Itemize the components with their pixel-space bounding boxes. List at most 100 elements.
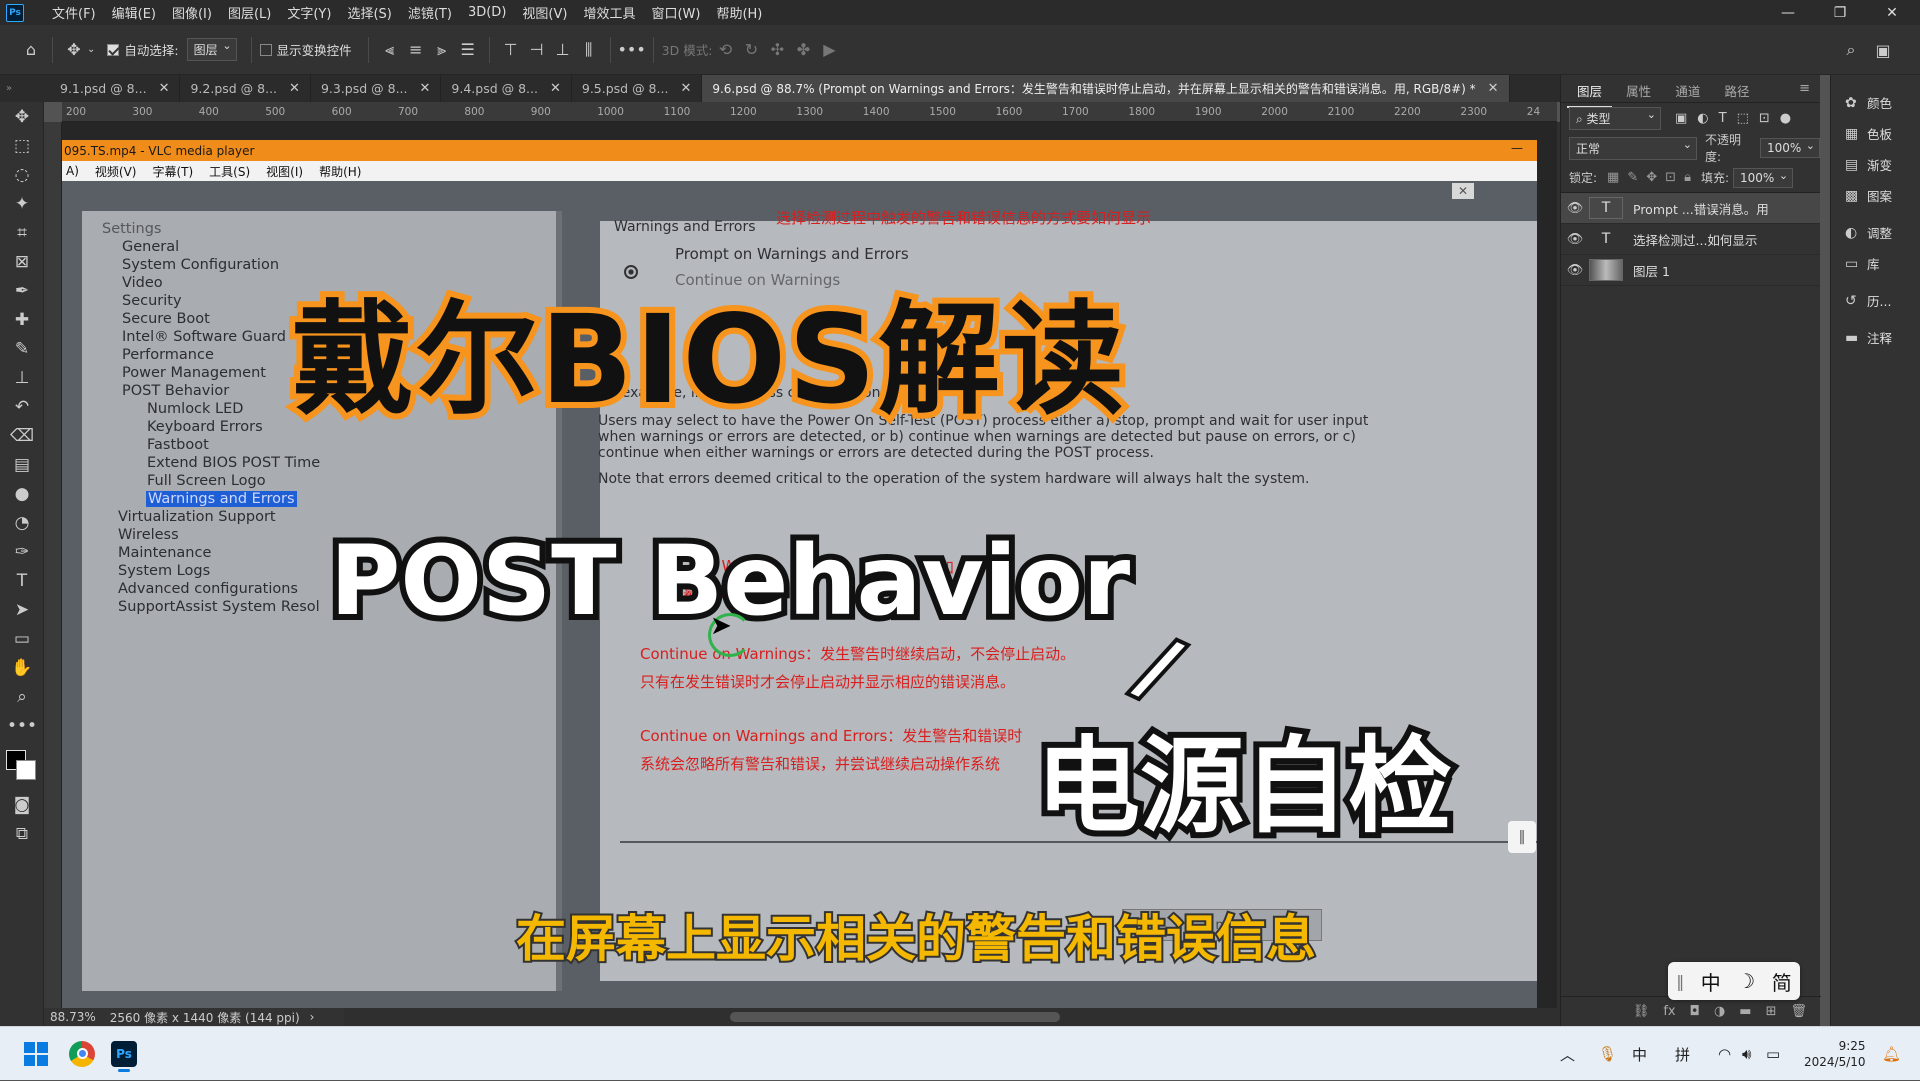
notification-bell-icon[interactable]: 🔔︎ xyxy=(1882,1027,1901,1081)
layer-name[interactable]: Prompt ...错误消息。用 xyxy=(1633,199,1769,218)
more-options-icon[interactable]: ••• xyxy=(617,37,645,63)
history-brush-icon[interactable]: ↶ xyxy=(0,392,44,421)
layer-name[interactable]: 选择检测过...如何显示 xyxy=(1633,230,1757,249)
windows-start-icon[interactable] xyxy=(16,1034,56,1074)
tab-doc-4[interactable]: 9.4.psd @ 8... ✕ xyxy=(441,75,572,102)
panel-color[interactable]: ✿ 颜色 xyxy=(1831,87,1920,118)
battery-icon[interactable]: ▭ xyxy=(1766,1027,1780,1081)
photoshop-taskbar-icon[interactable]: Ps xyxy=(104,1034,144,1074)
filter-shape-icon[interactable]: ⬚ xyxy=(1737,111,1749,126)
menu-window[interactable]: 窗口(W) xyxy=(643,3,708,22)
mask-icon[interactable]: ◘ xyxy=(1690,1004,1700,1019)
tray-lang[interactable]: 中 xyxy=(1632,1027,1647,1081)
menu-view[interactable]: 视图(V) xyxy=(514,3,575,22)
crop-tool-icon[interactable]: ⌗ xyxy=(0,218,44,247)
home-icon[interactable]: ⌂ xyxy=(18,37,44,63)
close-tab-icon[interactable]: ✕ xyxy=(550,81,561,96)
zoom-tool-icon[interactable]: ⌕ xyxy=(0,682,44,711)
drag-handle-icon[interactable]: ‖ xyxy=(1676,972,1684,991)
ime-mode[interactable]: 中 xyxy=(1701,967,1721,996)
menu-edit[interactable]: 编辑(E) xyxy=(104,3,164,22)
magic-wand-icon[interactable]: ✦ xyxy=(0,189,44,218)
screen-mode-icon[interactable]: ⧉ xyxy=(0,819,44,848)
ime-script[interactable]: 简 xyxy=(1772,967,1792,996)
blend-mode-dropdown[interactable]: 正常 xyxy=(1569,136,1697,160)
search-icon[interactable]: ⌕ xyxy=(1838,37,1864,63)
eye-icon[interactable]: 👁︎ xyxy=(1561,232,1589,247)
tab-doc-1[interactable]: 9.1.psd @ 8... ✕ xyxy=(50,75,181,102)
lock-transparent-icon[interactable]: ▦ xyxy=(1607,170,1619,185)
show-transform-checkbox[interactable] xyxy=(259,43,272,56)
opacity-input[interactable]: 100% xyxy=(1760,138,1820,158)
stamp-tool-icon[interactable]: ⊥ xyxy=(0,363,44,392)
eye-icon[interactable]: 👁︎ xyxy=(1561,201,1589,216)
gradient-tool-icon[interactable]: ▤ xyxy=(0,450,44,479)
tab-layers[interactable]: 图层 xyxy=(1567,75,1613,108)
tab-properties[interactable]: 属性 xyxy=(1616,75,1661,106)
align-right-icon[interactable]: ⫸ xyxy=(429,37,455,63)
panel-library[interactable]: ▭ 库 xyxy=(1831,248,1920,279)
layer-select-dropdown[interactable]: 图层 xyxy=(186,38,237,61)
layer-name[interactable]: 图层 1 xyxy=(1633,261,1670,280)
align-left-icon[interactable]: ⫷ xyxy=(377,37,403,63)
shape-tool-icon[interactable]: ▭ xyxy=(0,624,44,653)
blur-tool-icon[interactable]: ● xyxy=(0,479,44,508)
panel-swatches[interactable]: ▦ 色板 xyxy=(1831,118,1920,149)
layer-row[interactable]: 👁︎ 图层 1 xyxy=(1561,255,1820,286)
filter-pixel-icon[interactable]: ▣ xyxy=(1675,111,1687,126)
filter-smart-icon[interactable]: ⊡ xyxy=(1759,111,1770,126)
hand-tool-icon[interactable]: ✋ xyxy=(0,653,44,682)
menu-3d[interactable]: 3D(D) xyxy=(460,5,514,20)
layer-row[interactable]: 👁︎ T 选择检测过...如何显示 xyxy=(1561,224,1820,255)
eyedropper-icon[interactable]: ✒ xyxy=(0,276,44,305)
eraser-tool-icon[interactable]: ⌫ xyxy=(0,421,44,450)
lock-move-icon[interactable]: ✥ xyxy=(1646,170,1657,185)
wifi-icon[interactable]: ◠ xyxy=(1718,1027,1731,1081)
panel-menu-icon[interactable]: ≡ xyxy=(1799,81,1810,96)
chrome-icon[interactable] xyxy=(62,1034,102,1074)
microphone-icon[interactable]: 🎙︎ xyxy=(1598,1027,1617,1081)
filter-adjust-icon[interactable]: ◐ xyxy=(1697,111,1708,126)
tab-doc-5[interactable]: 9.5.psd @ 8... ✕ xyxy=(571,75,703,102)
tray-pinyin[interactable]: 拼 xyxy=(1675,1027,1690,1081)
tab-doc-3[interactable]: 9.3.psd @ 8... ✕ xyxy=(310,75,442,102)
trash-icon[interactable]: 🗑︎ xyxy=(1790,1004,1807,1019)
move-tool-icon[interactable]: ✥ xyxy=(0,102,44,131)
lock-all-icon[interactable]: 🔒︎ xyxy=(1684,170,1691,185)
close-tab-icon[interactable]: ✕ xyxy=(289,81,300,96)
3d-orbit-icon[interactable]: ⟲ xyxy=(712,37,738,63)
menu-type[interactable]: 文字(Y) xyxy=(279,3,339,22)
restore-icon[interactable]: ❐ xyxy=(1816,0,1864,25)
panel-pattern[interactable]: ▩ 图案 xyxy=(1831,180,1920,211)
close-tab-icon[interactable]: ✕ xyxy=(159,81,170,96)
clock[interactable]: 9:25 2024/5/10 xyxy=(1804,1027,1866,1081)
close-window-icon[interactable]: ✕ xyxy=(1868,0,1916,25)
close-tab-icon[interactable]: ✕ xyxy=(420,81,431,96)
panel-adjustments[interactable]: ◐ 调整 xyxy=(1831,217,1920,248)
filter-toggle-icon[interactable]: ● xyxy=(1780,111,1791,126)
auto-select-checkbox[interactable] xyxy=(107,43,120,56)
background-color[interactable] xyxy=(16,760,36,780)
menu-filter[interactable]: 滤镜(T) xyxy=(400,3,460,22)
ime-punct-icon[interactable]: ☽ xyxy=(1737,969,1755,993)
chevron-right-icon[interactable]: › xyxy=(310,1010,315,1024)
color-swatches[interactable] xyxy=(0,740,43,790)
collapse-icon[interactable]: » xyxy=(0,75,50,102)
lasso-tool-icon[interactable]: ◌ xyxy=(0,160,44,189)
zoom-level[interactable]: 88.73% xyxy=(50,1010,96,1024)
tray-chevron-icon[interactable]: ︿ xyxy=(1560,1027,1575,1081)
panel-history[interactable]: ↺ 历... xyxy=(1831,285,1920,316)
3d-roll-icon[interactable]: ↻ xyxy=(738,37,764,63)
eye-icon[interactable]: 👁︎ xyxy=(1561,263,1589,278)
close-tab-icon[interactable]: ✕ xyxy=(680,81,691,96)
ime-toolbar[interactable]: ‖ 中 ☽ 简 xyxy=(1668,962,1800,1000)
pen-tool-icon[interactable]: ✑ xyxy=(0,537,44,566)
type-tool-icon[interactable]: T xyxy=(0,566,44,595)
folder-icon[interactable]: ▬ xyxy=(1739,1004,1751,1019)
align-middle-icon[interactable]: ⊣ xyxy=(524,37,550,63)
panel-comments[interactable]: ▬ 注释 xyxy=(1831,322,1920,353)
link-icon[interactable]: ⛓︎ xyxy=(1633,1004,1650,1019)
frame-tool-icon[interactable]: ⊠ xyxy=(0,247,44,276)
healing-brush-icon[interactable]: ✚ xyxy=(0,305,44,334)
panel-gradient[interactable]: ▤ 渐变 xyxy=(1831,149,1920,180)
